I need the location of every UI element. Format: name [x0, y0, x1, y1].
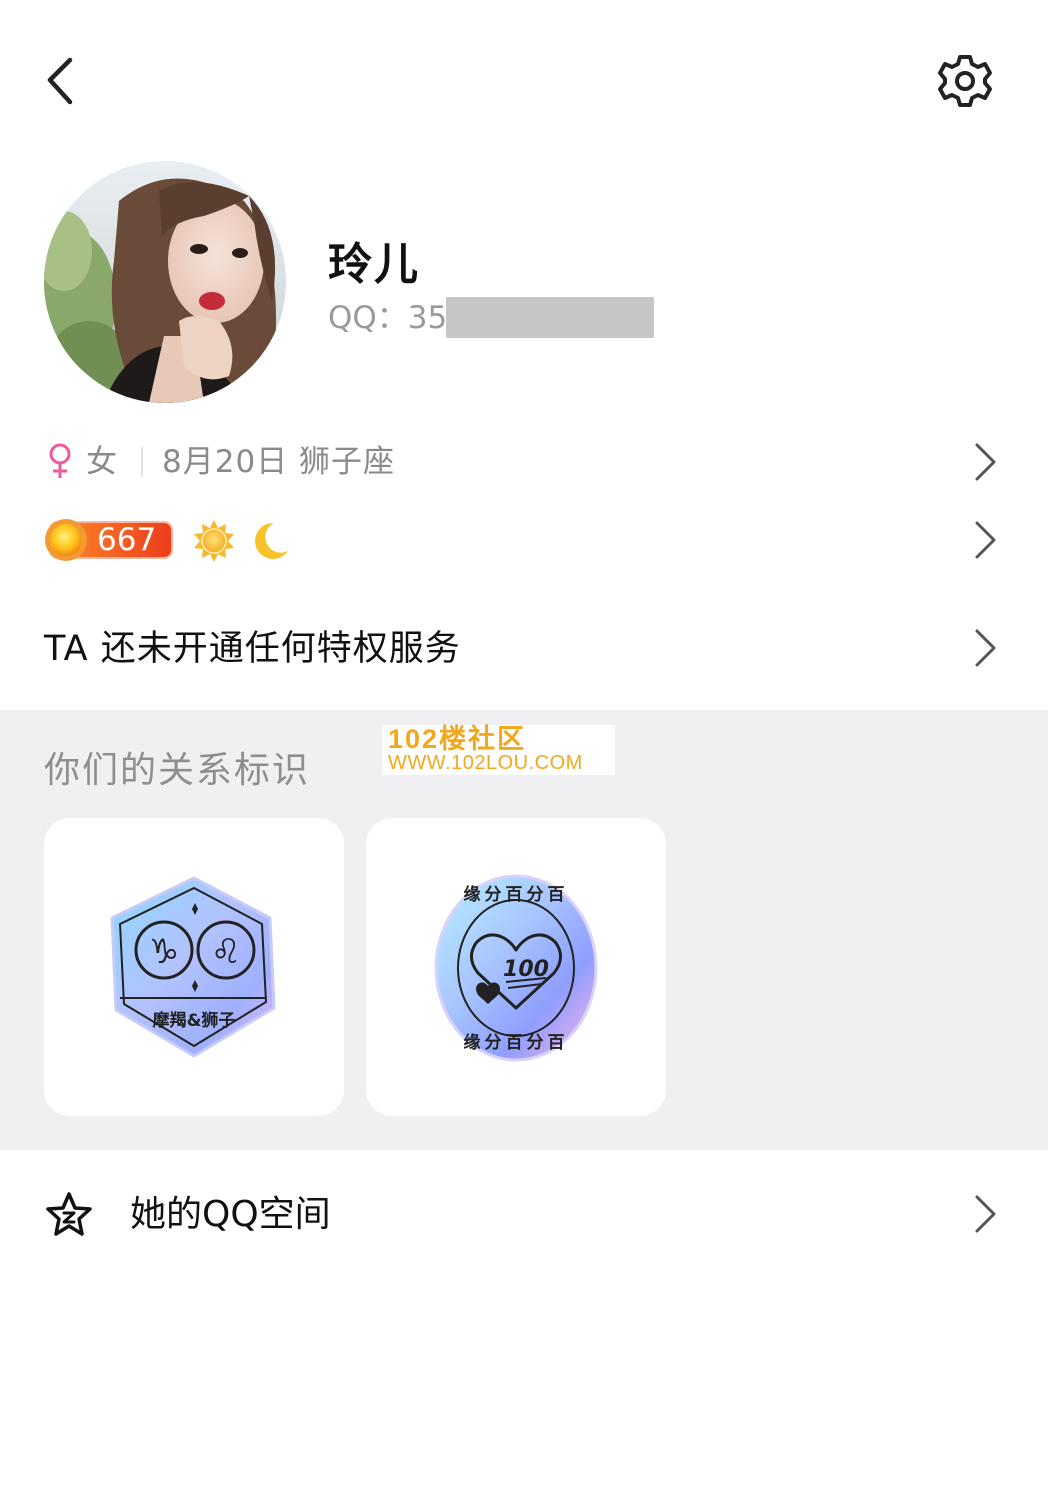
- watermark-line1: 102楼社区: [388, 724, 527, 754]
- qzone-label: 她的QQ空间: [130, 1194, 331, 1235]
- svg-text:缘分百分百: 缘分百分百: [464, 884, 569, 905]
- chevron-right-icon: [970, 626, 1000, 670]
- relation-badge-card[interactable]: 100 缘分百分百 缘分百分百: [366, 818, 666, 1116]
- avatar[interactable]: [44, 161, 286, 403]
- zodiac-badge-icon: ♑ ♌: [110, 876, 276, 1058]
- heart-100-badge-icon: 100 缘分百分百 缘分百分百: [434, 874, 598, 1062]
- svg-text:♌: ♌: [211, 932, 241, 972]
- qq-number: QQ：35: [328, 300, 448, 336]
- relation-title: 你们的关系标识: [44, 750, 311, 791]
- chevron-right-icon: [970, 1192, 1000, 1236]
- zodiac-badge-label: 摩羯&狮子: [152, 1011, 236, 1031]
- back-button[interactable]: [34, 50, 94, 110]
- female-icon: [46, 442, 74, 482]
- settings-button[interactable]: [932, 48, 998, 114]
- basic-info-row[interactable]: [0, 430, 1048, 494]
- qq-number-redaction: [446, 297, 654, 338]
- svg-text:♑: ♑: [149, 932, 179, 972]
- privilege-text: TA 还未开通任何特权服务: [44, 629, 461, 669]
- watermark-line2: WWW.102LOU.COM: [388, 752, 583, 774]
- sun-icon: [192, 519, 236, 563]
- level-value: 667: [97, 522, 157, 558]
- chevron-right-icon: [970, 440, 1000, 484]
- profile-name: 玲儿: [328, 239, 420, 290]
- birthday-zodiac: 8月20日 狮子座: [162, 444, 396, 480]
- info-divider: [141, 447, 143, 477]
- gear-icon: [938, 55, 992, 107]
- svg-text:缘分百分百: 缘分百分百: [464, 1032, 569, 1053]
- chevron-left-icon: [47, 57, 73, 105]
- relation-badge-card[interactable]: ♑ ♌ 摩羯&狮子: [44, 818, 344, 1116]
- chevron-right-icon: [970, 518, 1000, 562]
- gender-label: 女: [86, 444, 117, 480]
- star-icon: [44, 1190, 94, 1240]
- moon-icon: [248, 519, 292, 563]
